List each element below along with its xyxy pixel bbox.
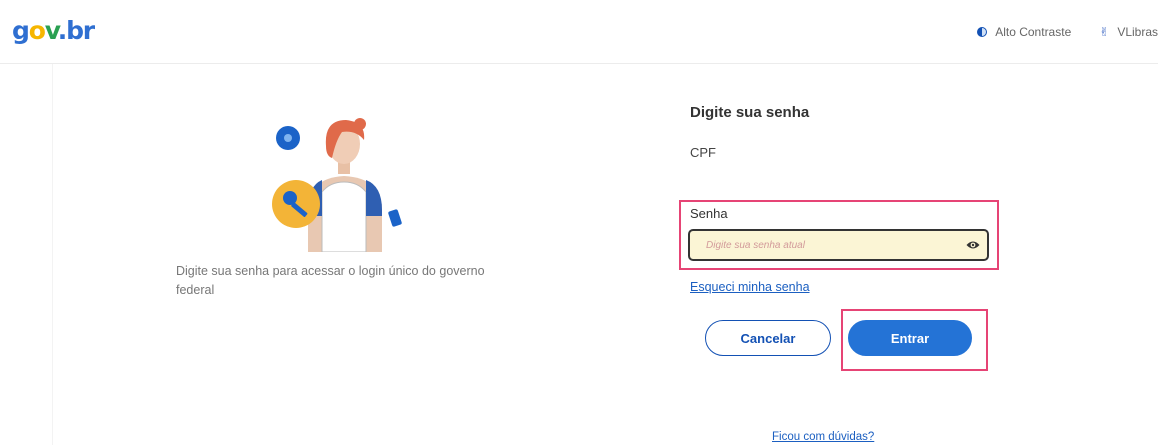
enter-button[interactable]: Entrar bbox=[848, 320, 972, 356]
password-label: Senha bbox=[690, 206, 728, 221]
person-with-key-illustration bbox=[272, 118, 402, 252]
vlibras-button[interactable]: ✌ VLibras bbox=[1099, 25, 1158, 39]
gov-br-logo[interactable]: gov.br bbox=[12, 18, 95, 43]
vlibras-label: VLibras bbox=[1117, 25, 1158, 39]
form-title: Digite sua senha bbox=[690, 104, 810, 121]
cpf-label: CPF bbox=[690, 145, 716, 160]
high-contrast-button[interactable]: Alto Contraste bbox=[977, 25, 1071, 39]
password-input[interactable] bbox=[688, 229, 989, 261]
contrast-icon bbox=[977, 27, 988, 37]
high-contrast-label: Alto Contraste bbox=[995, 25, 1072, 39]
help-link[interactable]: Ficou com dúvidas? bbox=[772, 431, 874, 443]
vlibras-icon: ✌ bbox=[1099, 25, 1110, 39]
login-description: Digite sua senha para acessar o login ún… bbox=[176, 264, 485, 297]
top-header: gov.br Alto Contraste ✌ VLibras bbox=[0, 0, 1158, 64]
header-actions: Alto Contraste ✌ VLibras bbox=[977, 25, 1158, 39]
eye-icon[interactable] bbox=[966, 239, 980, 251]
left-divider bbox=[52, 64, 53, 445]
cancel-button[interactable]: Cancelar bbox=[705, 320, 831, 356]
forgot-password-link[interactable]: Esqueci minha senha bbox=[690, 280, 810, 294]
